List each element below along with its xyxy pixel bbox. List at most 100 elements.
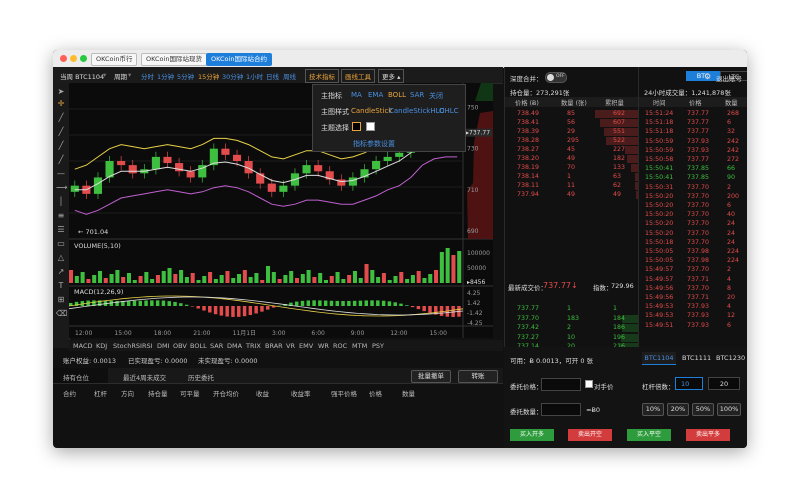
tech-indicator-button[interactable]: 技术指标 — [305, 69, 339, 83]
ind-trix[interactable]: TRIX — [246, 342, 261, 350]
parallel-channel-icon[interactable]: ≡ — [56, 211, 66, 221]
ind-dmi[interactable]: DMI — [157, 342, 170, 350]
ind-macd[interactable]: MACD — [73, 342, 92, 350]
depth-merge-toggle[interactable]: OFF — [545, 72, 567, 83]
ind-obv[interactable]: OBV — [173, 342, 187, 350]
indicator-close[interactable]: 关闭 — [429, 91, 443, 101]
tab-order-history[interactable]: 历史委托 — [188, 372, 214, 382]
ind-rsi[interactable]: RSI — [142, 342, 153, 350]
ind-roc[interactable]: ROC — [333, 342, 347, 350]
leverage-20-option[interactable]: 20 — [708, 377, 740, 390]
ind-brar[interactable]: BRAR — [265, 342, 283, 350]
style-candlestick[interactable]: CandleStick — [351, 107, 392, 115]
text-tool-icon[interactable]: T — [56, 281, 66, 291]
ind-boll[interactable]: BOLL — [190, 342, 207, 350]
bid-row[interactable]: 737.77 1 1 — [505, 305, 639, 313]
erase-tool-icon[interactable]: ⌫ — [56, 309, 67, 319]
tab-open-orders[interactable]: 最近4周未成交 — [123, 372, 166, 382]
indicator-ma[interactable]: MA — [351, 91, 362, 99]
ask-row[interactable]: 738.49 85 692 — [505, 110, 639, 118]
theme-dark-swatch[interactable] — [352, 122, 361, 131]
extended-line-icon[interactable]: ╱ — [56, 155, 66, 165]
contract-tab-btc1104[interactable]: BTC1104 — [642, 352, 676, 365]
ind-kdj[interactable]: KDJ — [96, 342, 107, 350]
opponent-price-checkbox[interactable] — [585, 380, 593, 388]
ask-row[interactable]: 738.27 45 227 — [505, 146, 639, 154]
ask-row[interactable]: 738.14 1 63 — [505, 173, 639, 181]
crosshair-icon[interactable]: ✛ — [56, 99, 66, 109]
order-qty-input[interactable] — [541, 403, 581, 416]
horizontal-line-icon[interactable]: — — [56, 169, 66, 179]
ask-row[interactable]: 738.28 295 522 — [505, 137, 639, 145]
ask-row[interactable]: 738.19 70 133 — [505, 164, 639, 172]
bid-row[interactable]: 737.70 183 184 — [505, 314, 639, 323]
contract-tab-btc1111[interactable]: BTC1111 — [682, 352, 711, 364]
contract-tab-btc1230[interactable]: BTC1230 — [716, 352, 745, 364]
ind-wr[interactable]: WR — [318, 342, 329, 350]
pct-20-button[interactable]: 20% — [667, 403, 689, 416]
style-ohlc[interactable]: OHLC — [439, 107, 459, 115]
ind-vr[interactable]: VR — [286, 342, 295, 350]
ask-row[interactable]: 738.20 49 182 — [505, 155, 639, 163]
theme-light-swatch[interactable] — [366, 122, 375, 131]
ask-row[interactable]: 738.11 11 62 — [505, 182, 639, 190]
transfer-button[interactable]: 转账 — [458, 370, 498, 383]
ask-row[interactable]: 737.94 49 49 — [505, 191, 639, 199]
tab-okcoin-futures[interactable]: OKCoin国际站合约 — [206, 53, 272, 66]
pct-10-button[interactable]: 10% — [642, 403, 664, 416]
horizontal-ray-icon[interactable]: ⟶ — [56, 183, 67, 193]
indicator-settings-link[interactable]: 指标参数设置 — [353, 139, 395, 149]
line-tool-icon[interactable]: ╱ — [56, 113, 66, 123]
minimize-window-icon[interactable] — [70, 55, 77, 62]
triangle-tool-icon[interactable]: △ — [56, 253, 66, 263]
period-1m[interactable]: 1分钟 — [157, 71, 174, 81]
ask-row[interactable]: 738.41 56 607 — [505, 119, 639, 127]
period-fenshi[interactable]: 分时 — [141, 71, 154, 81]
btc-tab[interactable]: BTC — [686, 71, 720, 81]
arrow-tool-icon[interactable]: ↗ — [56, 267, 66, 277]
fibonacci-icon[interactable]: ☰ — [56, 225, 66, 235]
pct-100-button[interactable]: 100% — [717, 403, 741, 416]
cursor-icon[interactable]: ➤ — [56, 87, 66, 97]
ind-dma[interactable]: DMA — [227, 342, 242, 350]
period-day[interactable]: 日线 — [266, 71, 279, 81]
period-week[interactable]: 周线 — [283, 71, 296, 81]
indicator-sar[interactable]: SAR — [410, 91, 424, 99]
batch-cancel-button[interactable]: 批量撤单 — [411, 370, 451, 383]
bid-row[interactable]: 737.27 10 196 — [505, 333, 639, 342]
leverage-10-option[interactable]: 10 — [675, 377, 703, 390]
ind-psy[interactable]: PSY — [372, 342, 384, 350]
logout-link[interactable]: 退出账号 — [716, 73, 742, 83]
pct-50-button[interactable]: 50% — [692, 403, 714, 416]
indicator-ema[interactable]: EMA — [368, 91, 383, 99]
ray-tool-icon[interactable]: ╱ — [56, 127, 66, 137]
bid-row[interactable]: 737.42 2 186 — [505, 324, 639, 332]
gear-icon[interactable]: ⚙ — [704, 72, 711, 81]
period-1h[interactable]: 1小时 — [246, 71, 263, 81]
ind-mtm[interactable]: MTM — [352, 342, 367, 350]
period-menu[interactable]: 周期 — [114, 71, 127, 81]
period-15m[interactable]: 15分钟 — [198, 71, 219, 81]
order-price-input[interactable] — [541, 378, 581, 391]
contract-selector[interactable]: 当周 BTC1104 — [60, 71, 104, 81]
buy-open-long-button[interactable]: 买入开多 — [510, 429, 554, 441]
draw-tools-button[interactable]: 画线工具 — [341, 69, 375, 83]
tab-okcoin-cn[interactable]: OKCoin币行 — [91, 53, 138, 66]
rectangle-tool-icon[interactable]: ▭ — [56, 239, 66, 249]
ind-sar[interactable]: SAR — [210, 342, 223, 350]
segment-tool-icon[interactable]: ╱ — [56, 141, 66, 151]
ask-row[interactable]: 738.39 29 551 — [505, 128, 639, 136]
more-button[interactable]: 更多 ▴ — [378, 69, 405, 83]
style-candlestick-hlc[interactable]: CandleStickHLC — [389, 107, 444, 115]
close-window-icon[interactable] — [60, 55, 67, 62]
period-30m[interactable]: 30分钟 — [222, 71, 243, 81]
tab-okcoin-spot[interactable]: OKCoin国际站现货 — [141, 53, 207, 66]
ind-stochrsi[interactable]: StochRSI — [113, 342, 142, 350]
buy-close-short-button[interactable]: 买入平空 — [627, 429, 671, 441]
tab-positions[interactable]: 持有仓位 — [63, 372, 89, 382]
indicator-boll[interactable]: BOLL — [388, 91, 406, 99]
period-5m[interactable]: 5分钟 — [177, 71, 194, 81]
sell-open-short-button[interactable]: 卖出开空 — [568, 429, 612, 441]
ind-emv[interactable]: EMV — [299, 342, 313, 350]
sell-close-long-button[interactable]: 卖出平多 — [686, 429, 730, 441]
